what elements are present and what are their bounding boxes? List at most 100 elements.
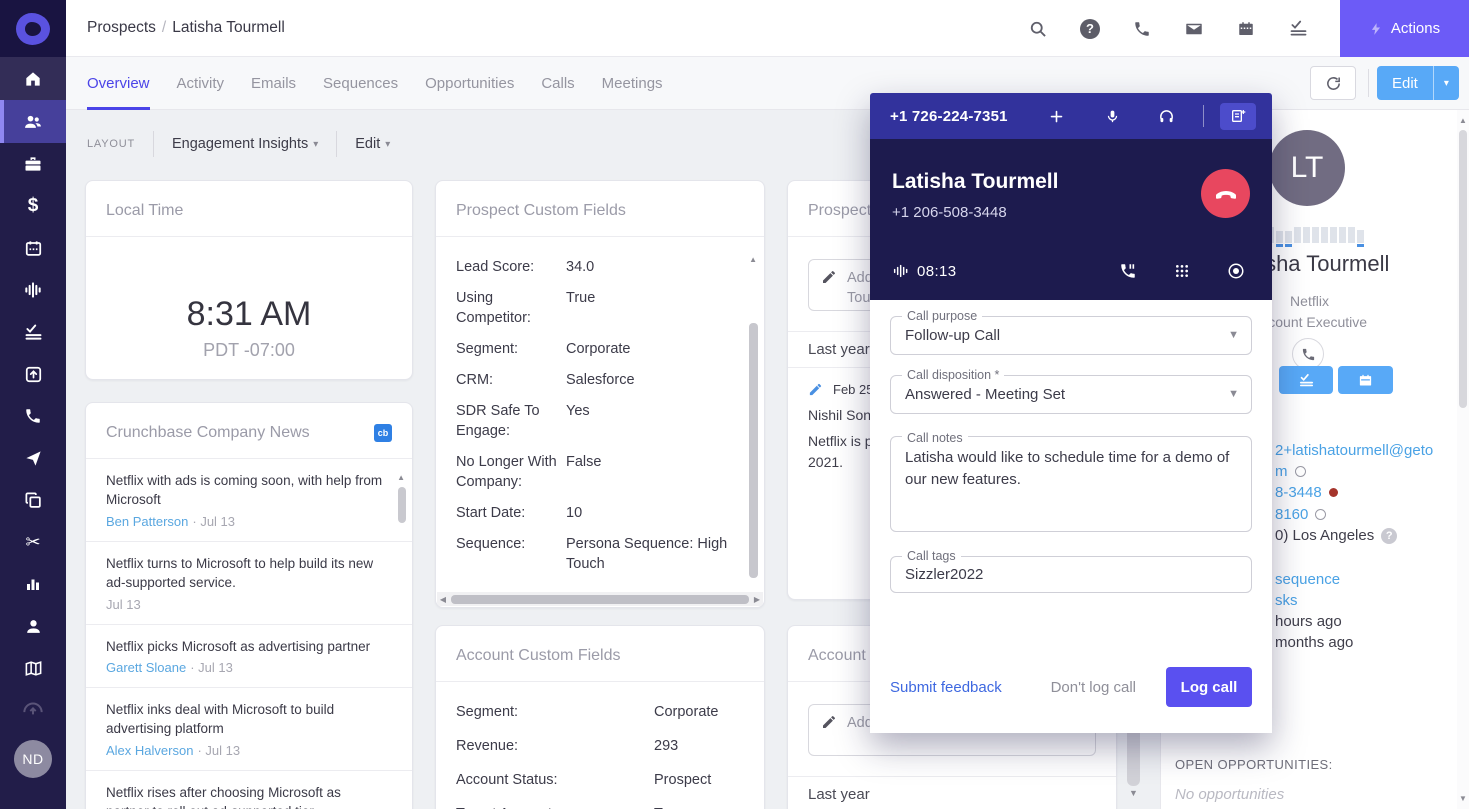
scroll-up-arrow[interactable]: ▲: [1459, 116, 1467, 125]
tab-calls[interactable]: Calls: [541, 57, 574, 110]
crunchbase-news-card: Crunchbase Company News cb Netflix with …: [85, 402, 413, 809]
scrollbar-thumb[interactable]: [398, 487, 406, 523]
edit-button[interactable]: Edit: [1377, 66, 1433, 100]
call-dialog-footer: Submit feedback Don't log call Log call: [890, 667, 1252, 707]
news-item[interactable]: Netflix with ads is coming soon, with he…: [86, 459, 412, 542]
news-item[interactable]: Netflix inks deal with Microsoft to buil…: [86, 688, 412, 771]
tasks-icon[interactable]: [1287, 18, 1309, 40]
pencil-icon: [808, 382, 823, 397]
prospect-phone-alt[interactable]: 8160: [1275, 506, 1326, 523]
tab-sequences[interactable]: Sequences: [323, 57, 398, 110]
layout-edit-dropdown[interactable]: Edit▾: [355, 136, 390, 152]
crunchbase-icon: cb: [374, 424, 392, 442]
sidebar-item-home[interactable]: [0, 57, 66, 100]
sidebar-item-tasks[interactable]: [0, 311, 66, 353]
mail-icon[interactable]: [1183, 18, 1205, 40]
news-item[interactable]: Netflix picks Microsoft as advertising p…: [86, 625, 412, 689]
sidebar-item-snippets[interactable]: ✂: [0, 521, 66, 563]
copy-icon: [24, 491, 43, 510]
account-custom-fields-card: Account Custom Fields Segment:Corporate …: [435, 625, 765, 809]
scroll-down-arrow[interactable]: ▼: [1129, 788, 1138, 798]
prospect-email[interactable]: 2+latishatourmell@geto: [1275, 442, 1433, 459]
scissors-icon: ✂: [25, 532, 40, 553]
help-icon[interactable]: ?: [1079, 18, 1101, 40]
notes-section-header: Last year: [788, 776, 1116, 809]
layout-select-dropdown[interactable]: Engagement Insights▾: [172, 136, 318, 152]
call-contact-number: +1 206-508-3448: [892, 204, 1007, 221]
sidebar-item-templates[interactable]: [0, 479, 66, 521]
dialpad-icon[interactable]: [1168, 259, 1196, 283]
headphones-icon[interactable]: [1151, 103, 1181, 129]
field-row: Account Status:Prospect: [436, 770, 764, 790]
refresh-button[interactable]: [1310, 66, 1356, 100]
sidebar-item-accounts[interactable]: [0, 143, 66, 185]
news-author-link[interactable]: Alex Halverson: [106, 743, 193, 758]
sidebar-item-meetings[interactable]: [0, 227, 66, 269]
call-notes-input[interactable]: Call notes Latisha would like to schedul…: [890, 436, 1252, 532]
breadcrumb-section[interactable]: Prospects: [87, 19, 156, 36]
scroll-down-arrow[interactable]: ▼: [1459, 794, 1467, 803]
profile-scrollbar[interactable]: ▲ ▼: [1457, 110, 1469, 809]
tab-activity[interactable]: Activity: [177, 57, 225, 110]
sidebar-user-avatar[interactable]: ND: [0, 731, 66, 787]
field-row: No Longer With Company:False: [436, 452, 764, 492]
dont-log-call-button[interactable]: Don't log call: [1051, 679, 1136, 696]
scrollbar-thumb[interactable]: [451, 595, 749, 604]
search-icon[interactable]: [1027, 18, 1049, 40]
divider: [336, 131, 337, 157]
topbar-icons: ?: [1027, 0, 1309, 57]
horizontal-scrollbar[interactable]: ◀ ▶: [437, 592, 763, 606]
tasks-link[interactable]: sks: [1275, 592, 1298, 609]
sidebar-item-calls[interactable]: [0, 395, 66, 437]
scroll-right-arrow[interactable]: ▶: [751, 595, 763, 604]
prospect-email-wrap[interactable]: m: [1275, 463, 1306, 480]
prospect-phone[interactable]: 8-3448: [1275, 484, 1338, 501]
sidebar-item-upgrade[interactable]: [0, 689, 66, 731]
actions-button[interactable]: Actions: [1340, 0, 1469, 57]
sidebar-item-prospects[interactable]: [0, 100, 66, 143]
scroll-up-arrow[interactable]: ▲: [749, 255, 757, 264]
phone-icon[interactable]: [1131, 18, 1153, 40]
sidebar-item-outbox[interactable]: [0, 353, 66, 395]
scroll-up-arrow[interactable]: ▲: [397, 473, 405, 482]
sequence-link[interactable]: sequence: [1275, 571, 1340, 588]
hold-call-icon[interactable]: [1114, 259, 1142, 283]
add-icon[interactable]: [1042, 103, 1072, 129]
copy-icon[interactable]: [1315, 509, 1326, 520]
tab-opportunities[interactable]: Opportunities: [425, 57, 514, 110]
news-list: Netflix with ads is coming soon, with he…: [86, 459, 412, 809]
submit-feedback-link[interactable]: Submit feedback: [890, 679, 1002, 696]
sidebar-item-voice[interactable]: [0, 269, 66, 311]
call-tags-input[interactable]: Call tags Sizzler2022: [890, 556, 1252, 593]
schedule-meeting-button[interactable]: [1338, 366, 1393, 394]
sidebar-item-people[interactable]: [0, 605, 66, 647]
outreach-logo-icon: [16, 13, 50, 45]
call-disposition-select[interactable]: Call disposition * Answered - Meeting Se…: [890, 375, 1252, 414]
scrollbar-thumb[interactable]: [749, 323, 758, 578]
news-author-link[interactable]: Garett Sloane: [106, 660, 186, 675]
tab-overview[interactable]: Overview: [87, 57, 150, 110]
hang-up-button[interactable]: [1201, 169, 1250, 218]
news-item[interactable]: Netflix turns to Microsoft to help build…: [86, 542, 412, 625]
calendar-icon[interactable]: [1235, 18, 1257, 40]
news-author-link[interactable]: Ben Patterson: [106, 514, 188, 529]
call-purpose-select[interactable]: Call purpose Follow-up Call ▼: [890, 316, 1252, 355]
record-icon[interactable]: [1222, 259, 1250, 283]
help-icon[interactable]: ?: [1381, 528, 1397, 544]
copy-icon[interactable]: [1295, 466, 1306, 477]
news-item[interactable]: Netflix rises after choosing Microsoft a…: [86, 771, 412, 809]
microphone-icon[interactable]: [1097, 103, 1127, 129]
edit-dropdown-caret[interactable]: ▾: [1433, 66, 1459, 100]
add-to-tasks-button[interactable]: [1279, 366, 1333, 394]
log-call-button[interactable]: Log call: [1166, 667, 1252, 707]
sidebar-item-opportunities[interactable]: $: [0, 185, 66, 227]
sidebar-item-sequences[interactable]: [0, 437, 66, 479]
tab-emails[interactable]: Emails: [251, 57, 296, 110]
scroll-left-arrow[interactable]: ◀: [437, 595, 449, 604]
scrollbar-thumb[interactable]: [1459, 130, 1467, 408]
tab-meetings[interactable]: Meetings: [602, 57, 663, 110]
sidebar-item-reports[interactable]: [0, 563, 66, 605]
app-logo[interactable]: [0, 0, 66, 57]
sidebar-item-territories[interactable]: [0, 647, 66, 689]
add-note-button[interactable]: [1220, 103, 1256, 130]
